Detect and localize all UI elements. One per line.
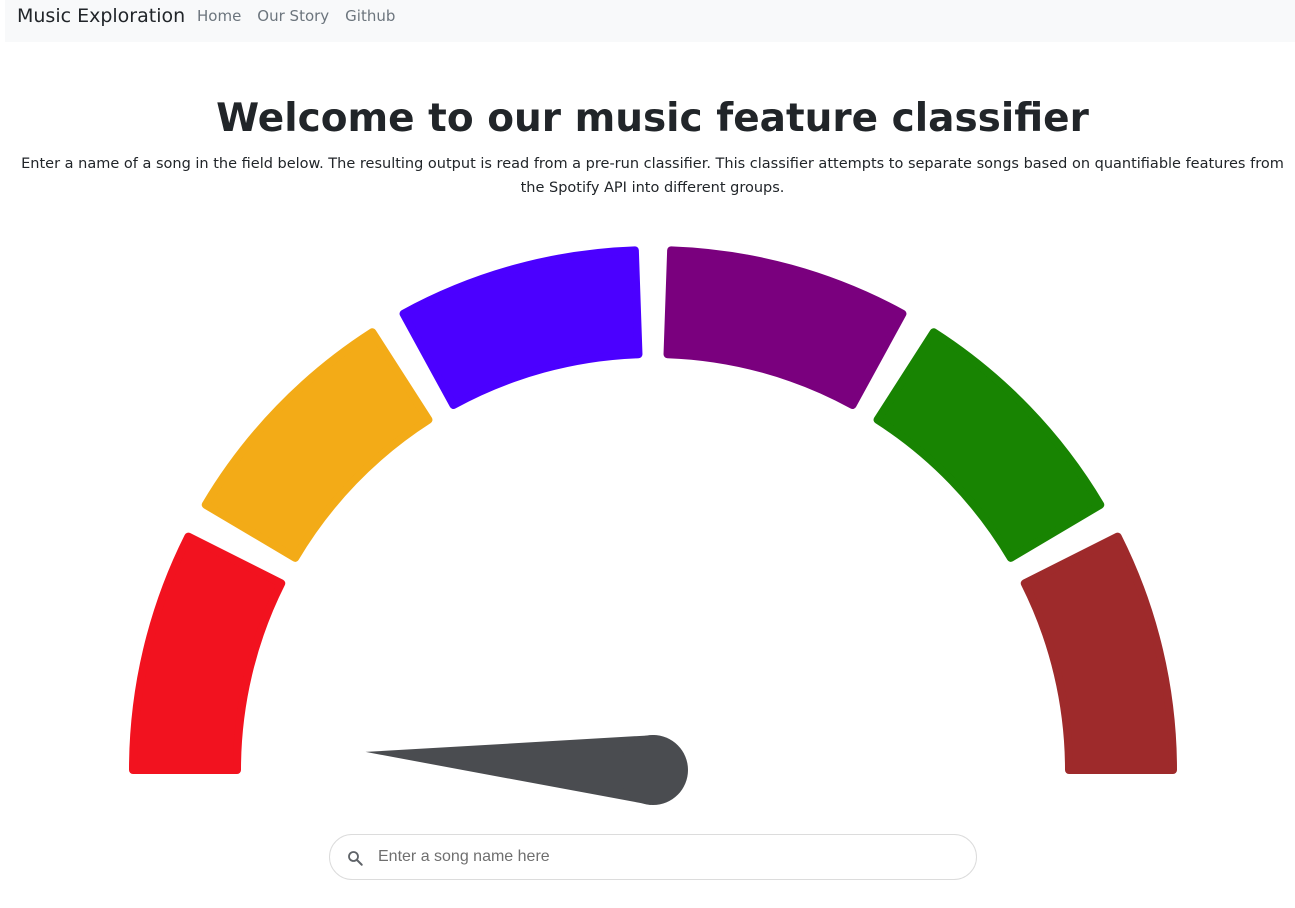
gauge-needle bbox=[365, 735, 688, 805]
gauge-segment-1 bbox=[129, 532, 286, 774]
search-icon bbox=[348, 851, 363, 866]
gauge-needle-pointer bbox=[365, 735, 656, 805]
classifier-gauge bbox=[129, 246, 1177, 805]
gauge-segment-2 bbox=[201, 328, 433, 562]
gauge-segment-3 bbox=[399, 246, 643, 409]
gauge-segment-6 bbox=[1020, 532, 1177, 774]
gauge-segments bbox=[129, 246, 1177, 774]
song-search-input[interactable] bbox=[378, 844, 958, 870]
gauge-needle-hub bbox=[618, 735, 688, 805]
gauge-segment-4 bbox=[663, 246, 907, 409]
gauge-segment-5 bbox=[873, 328, 1105, 562]
